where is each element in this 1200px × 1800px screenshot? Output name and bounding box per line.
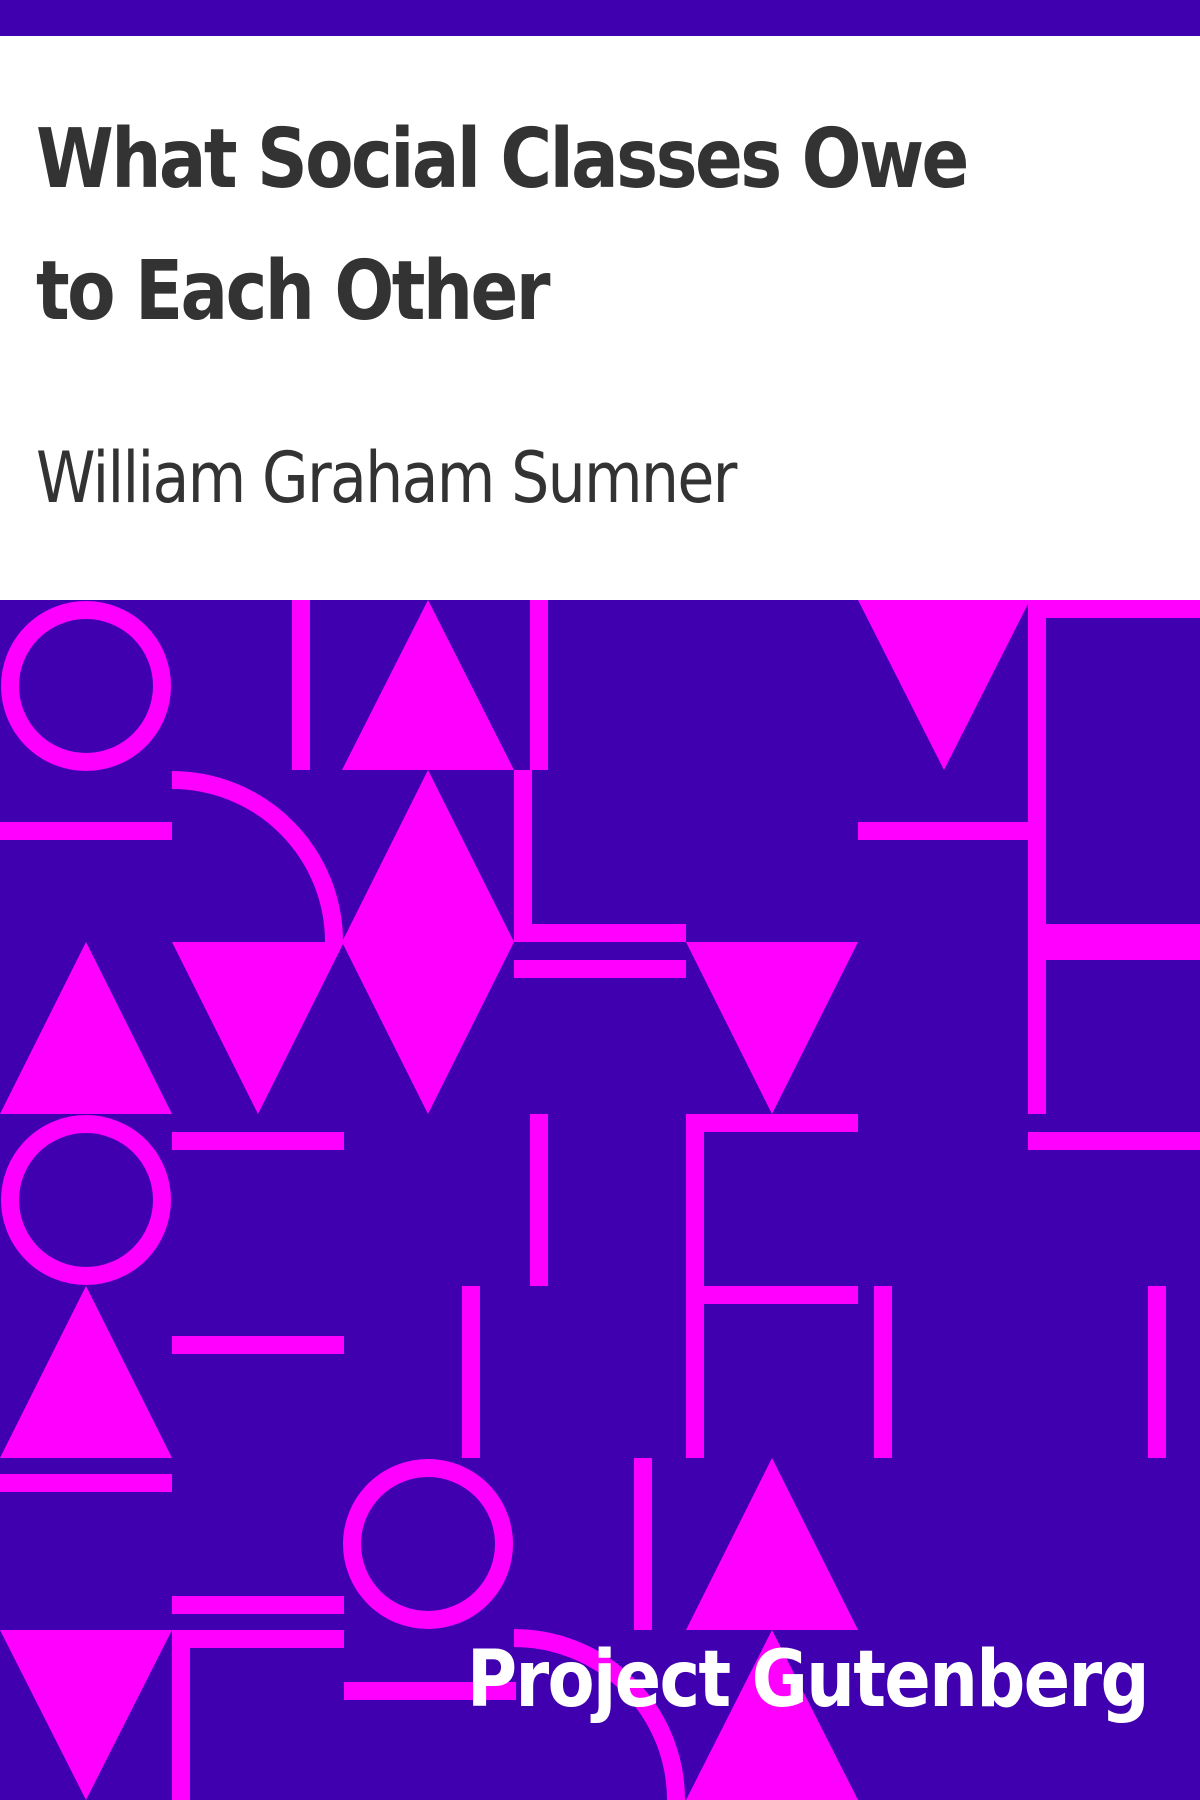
bar-shape: [172, 1630, 190, 1800]
bar-shape: [172, 1630, 344, 1648]
bar-shape: [172, 1132, 344, 1150]
bar-shape: [1028, 600, 1046, 1114]
bar-shape: [292, 600, 310, 770]
top-color-bar: [0, 0, 1200, 36]
bar-shape: [172, 1336, 344, 1354]
bar-shape: [0, 1474, 172, 1492]
bar-shape: [514, 960, 686, 978]
bar-shape: [172, 1596, 344, 1614]
bar-shape: [634, 1458, 652, 1630]
bar-shape: [686, 1286, 858, 1304]
bar-shape: [1028, 924, 1200, 960]
bar-shape: [514, 770, 532, 942]
bar-shape: [874, 1286, 892, 1458]
publisher-logo-text: Project Gutenberg: [467, 1635, 1150, 1725]
bar-shape: [1046, 600, 1200, 618]
geometric-pattern: [0, 600, 1200, 1800]
bar-shape: [514, 924, 686, 942]
title-block: What Social Classes Owe to Each Other Wi…: [0, 36, 1200, 600]
bar-shape: [530, 1114, 548, 1286]
book-cover: What Social Classes Owe to Each Other Wi…: [0, 0, 1200, 1800]
bar-shape: [1148, 1286, 1166, 1458]
bar-shape: [1028, 1132, 1200, 1150]
bar-shape: [530, 600, 548, 770]
bar-shape: [686, 1114, 858, 1132]
bar-shape: [462, 1286, 480, 1458]
book-title: What Social Classes Owe to Each Other: [36, 112, 969, 339]
bar-shape: [858, 822, 1030, 840]
bar-shape: [0, 822, 172, 840]
book-author: William Graham Sumner: [36, 437, 737, 519]
